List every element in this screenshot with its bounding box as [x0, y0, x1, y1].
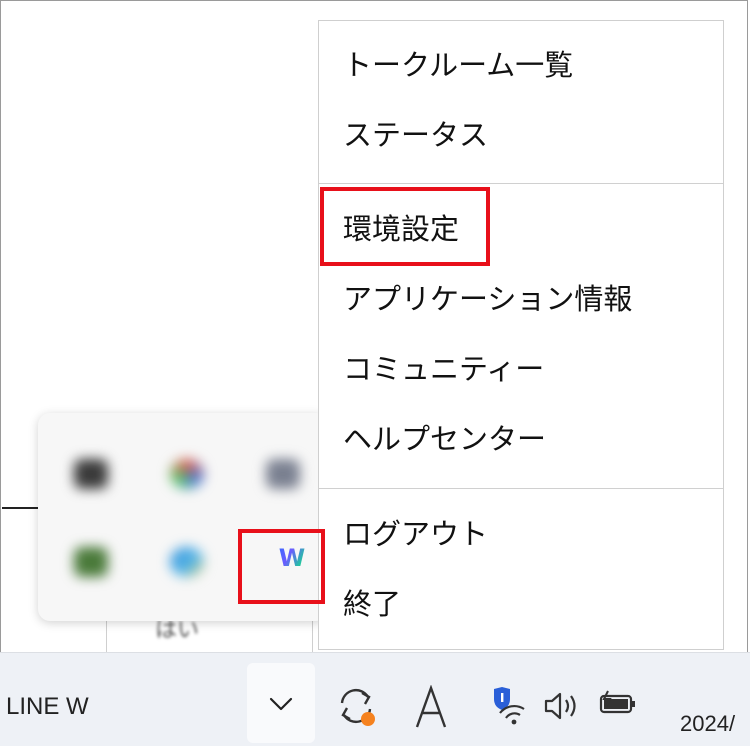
- menu-item-status[interactable]: ステータス: [343, 117, 488, 153]
- menu-item-logout[interactable]: ログアウト: [343, 516, 488, 552]
- background-divider: [2, 507, 42, 509]
- show-hidden-icons-button[interactable]: [247, 663, 315, 743]
- menu-item-quit[interactable]: 終了: [343, 586, 401, 622]
- highlight-line-works-icon: [238, 529, 325, 604]
- menu-separator: [319, 183, 723, 184]
- context-menu: トークルーム一覧 ステータス 環境設定 アプリケーション情報 コミュニティー ヘ…: [318, 20, 724, 650]
- menu-item-app-info[interactable]: アプリケーション情報: [343, 281, 632, 317]
- menu-item-help-center[interactable]: ヘルプセンター: [343, 421, 546, 457]
- menu-separator: [319, 488, 723, 489]
- clock-date[interactable]: 2024/: [680, 711, 735, 737]
- taskbar-app-label[interactable]: LINE W: [6, 693, 89, 721]
- taskbar: LINE W 2024/: [0, 652, 750, 746]
- menu-item-community[interactable]: コミュニティー: [343, 351, 544, 387]
- input-method-icon[interactable]: [414, 685, 448, 729]
- blurred-app-4-icon[interactable]: [70, 541, 112, 583]
- menu-item-talk-room-list[interactable]: トークルーム一覧: [343, 47, 573, 83]
- volume-icon[interactable]: [542, 689, 582, 723]
- blurred-app-5-icon[interactable]: [166, 541, 208, 583]
- blurred-app-3-icon[interactable]: [262, 453, 304, 495]
- highlight-preferences: [320, 187, 490, 266]
- wifi-shield-icon[interactable]: [486, 685, 528, 727]
- blurred-app-1-icon[interactable]: [70, 453, 112, 495]
- sync-update-icon[interactable]: [334, 683, 380, 729]
- battery-charging-icon[interactable]: [598, 689, 638, 719]
- blurred-app-2-icon[interactable]: [166, 453, 208, 495]
- chevron-down-icon: [269, 697, 293, 711]
